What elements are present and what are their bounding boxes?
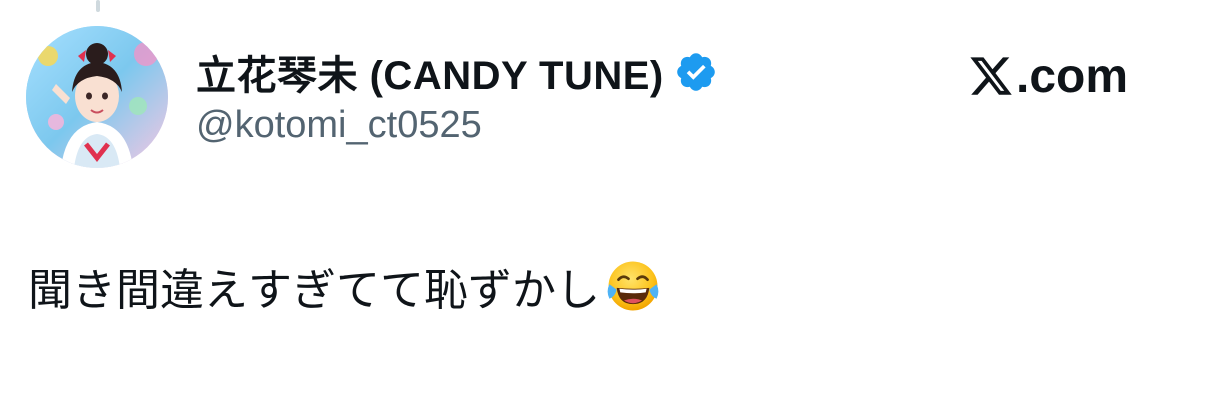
thread-connector-line <box>96 0 100 12</box>
author-display-name[interactable]: 立花琴未 (CANDY TUNE) <box>196 43 664 101</box>
face-with-tears-of-joy-emoji <box>607 261 659 311</box>
tweet-text: 聞き間違えすぎてて恥ずかし <box>28 266 600 315</box>
x-com-brand: .com <box>968 46 1128 106</box>
avatar[interactable] <box>26 26 168 168</box>
brand-domain-label: .com <box>1016 49 1129 103</box>
x-logo-icon <box>970 57 1012 95</box>
author-name-row[interactable]: 立花琴未 (CANDY TUNE) <box>196 40 718 104</box>
tweet-body: 聞き間違えすぎてて恥ずかし <box>28 254 662 318</box>
profile-photo-avatar <box>26 26 168 168</box>
author-handle[interactable]: @kotomi_ct0525 <box>196 104 482 147</box>
verified-badge-icon <box>676 53 715 91</box>
